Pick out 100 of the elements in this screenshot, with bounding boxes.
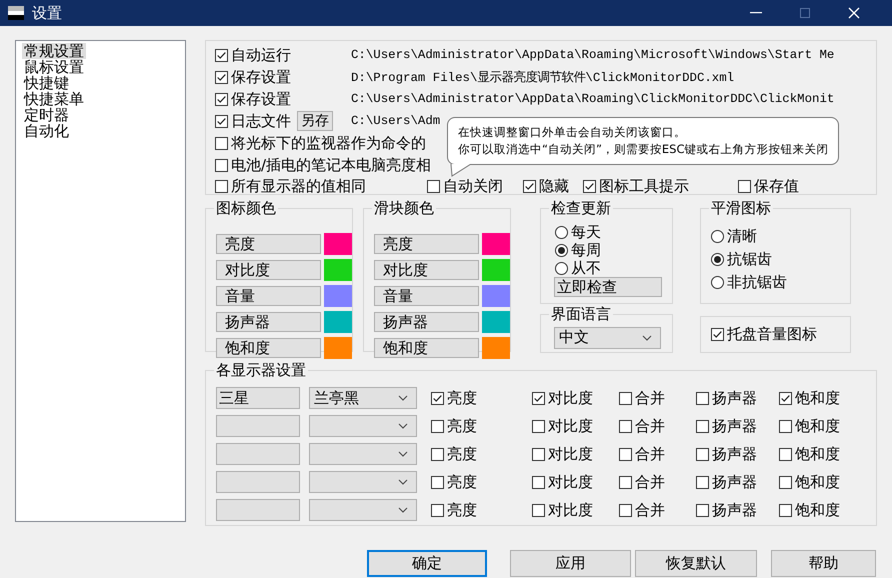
sidebar-item[interactable]: 鼠标设置: [22, 59, 86, 75]
checkbox-label: 托盘音量图标: [727, 324, 817, 344]
checkbox[interactable]: [779, 392, 792, 404]
radio-button[interactable]: [555, 262, 568, 274]
checkbox[interactable]: [431, 476, 444, 488]
maximize-icon[interactable]: [800, 8, 810, 18]
checkbox[interactable]: [619, 392, 632, 404]
checkbox[interactable]: [215, 180, 228, 192]
checkbox[interactable]: [431, 392, 444, 404]
checkbox[interactable]: [431, 448, 444, 460]
color-swatch[interactable]: [324, 259, 352, 281]
color-button[interactable]: 扬声器: [374, 312, 479, 332]
checkbox[interactable]: [215, 48, 228, 62]
checkbox[interactable]: [431, 504, 444, 516]
dialog-button[interactable]: 应用: [510, 550, 631, 577]
checkbox[interactable]: [619, 476, 632, 488]
sidebar-item[interactable]: 定时器: [22, 107, 71, 123]
name-field[interactable]: 三星: [216, 387, 300, 409]
checkbox[interactable]: [738, 180, 751, 192]
checkbox[interactable]: [696, 504, 709, 516]
language-dropdown[interactable]: 中文: [554, 326, 661, 349]
checkbox[interactable]: [696, 420, 709, 432]
checkbox[interactable]: [696, 448, 709, 460]
checkbox[interactable]: [427, 180, 440, 192]
checkbox[interactable]: [215, 158, 228, 172]
name-field[interactable]: [216, 443, 300, 465]
checkbox-label: 自动运行: [231, 46, 291, 64]
caret-icon: [642, 334, 652, 341]
radio-button[interactable]: [555, 244, 568, 256]
sidebar-item[interactable]: 自动化: [22, 123, 71, 139]
color-swatch[interactable]: [324, 285, 352, 307]
name-field[interactable]: [216, 415, 300, 437]
radio-button[interactable]: [711, 230, 724, 243]
checkbox[interactable]: [711, 328, 724, 341]
color-swatch[interactable]: [482, 259, 510, 281]
dialog-button[interactable]: 恢复默认: [635, 550, 757, 577]
checkbox[interactable]: [523, 180, 536, 192]
color-button[interactable]: 饱和度: [374, 338, 479, 358]
color-swatch[interactable]: [324, 233, 352, 255]
checkbox[interactable]: [696, 392, 709, 404]
color-swatch[interactable]: [324, 311, 352, 333]
radio-button[interactable]: [711, 253, 724, 266]
checkbox-label: 保存设置: [231, 90, 291, 108]
name-field[interactable]: [216, 471, 300, 493]
checkbox[interactable]: [532, 392, 545, 404]
color-button[interactable]: 音量: [216, 286, 321, 306]
name-field[interactable]: [216, 499, 300, 521]
color-button[interactable]: 亮度: [374, 234, 479, 254]
radio-button[interactable]: [711, 276, 724, 289]
dialog-button[interactable]: 确定: [367, 550, 487, 577]
caret-icon: [398, 451, 408, 457]
dialog-button[interactable]: 帮助: [771, 550, 876, 577]
color-swatch[interactable]: [482, 285, 510, 307]
checkbox[interactable]: [779, 504, 792, 516]
checkbox[interactable]: [532, 504, 545, 516]
sidebar-item[interactable]: 快捷键: [22, 75, 71, 91]
color-button[interactable]: 音量: [374, 286, 479, 306]
file-path: C:\Users\Administrator\AppData\Roaming\ClickMonitorDDC\ClickMonit: [351, 92, 834, 106]
sidebar-item[interactable]: 常规设置: [22, 43, 86, 59]
color-button[interactable]: 亮度: [216, 234, 321, 254]
checkbox-label: 扬声器: [712, 500, 757, 520]
color-swatch[interactable]: [482, 337, 510, 359]
checkbox[interactable]: [215, 70, 228, 84]
checkbox[interactable]: [431, 420, 444, 432]
color-swatch[interactable]: [324, 337, 352, 359]
checkbox[interactable]: [215, 136, 228, 150]
color-swatch[interactable]: [482, 311, 510, 333]
checkbox[interactable]: [619, 420, 632, 432]
checkbox[interactable]: [779, 448, 792, 460]
color-button[interactable]: 对比度: [216, 260, 321, 280]
sidebar-item[interactable]: 快捷菜单: [22, 91, 86, 107]
minimize-icon[interactable]: [750, 12, 762, 14]
checkbox[interactable]: [583, 180, 596, 192]
close-icon[interactable]: [848, 7, 860, 19]
color-button[interactable]: 对比度: [374, 260, 479, 280]
window-title: 设置: [32, 4, 62, 22]
checkbox[interactable]: [696, 476, 709, 488]
checkbox[interactable]: [779, 476, 792, 488]
checkbox[interactable]: [532, 476, 545, 488]
checkbox[interactable]: [215, 114, 228, 128]
radio-label: 每天: [571, 222, 601, 242]
color-button[interactable]: 扬声器: [216, 312, 321, 332]
checkbox[interactable]: [619, 448, 632, 460]
color-button[interactable]: 饱和度: [216, 338, 321, 358]
checkbox[interactable]: [779, 420, 792, 432]
checkbox-label: 日志文件: [231, 112, 291, 130]
font-dropdown[interactable]: 兰亭黑: [309, 387, 417, 409]
radio-label: 抗锯齿: [727, 250, 772, 269]
check-now-button[interactable]: 立即检查: [554, 277, 662, 297]
radio-button[interactable]: [555, 226, 568, 238]
color-swatch[interactable]: [482, 233, 510, 255]
checkbox[interactable]: [532, 448, 545, 460]
checkbox[interactable]: [532, 420, 545, 432]
checkbox-label: 扬声器: [712, 472, 757, 492]
checkbox[interactable]: [215, 92, 228, 106]
checkbox-label: 亮度: [447, 472, 477, 492]
save-as-button[interactable]: 另存: [297, 111, 333, 131]
checkbox-label: 保存设置: [231, 68, 291, 86]
checkbox[interactable]: [619, 504, 632, 516]
checkbox-label: 亮度: [447, 388, 477, 408]
